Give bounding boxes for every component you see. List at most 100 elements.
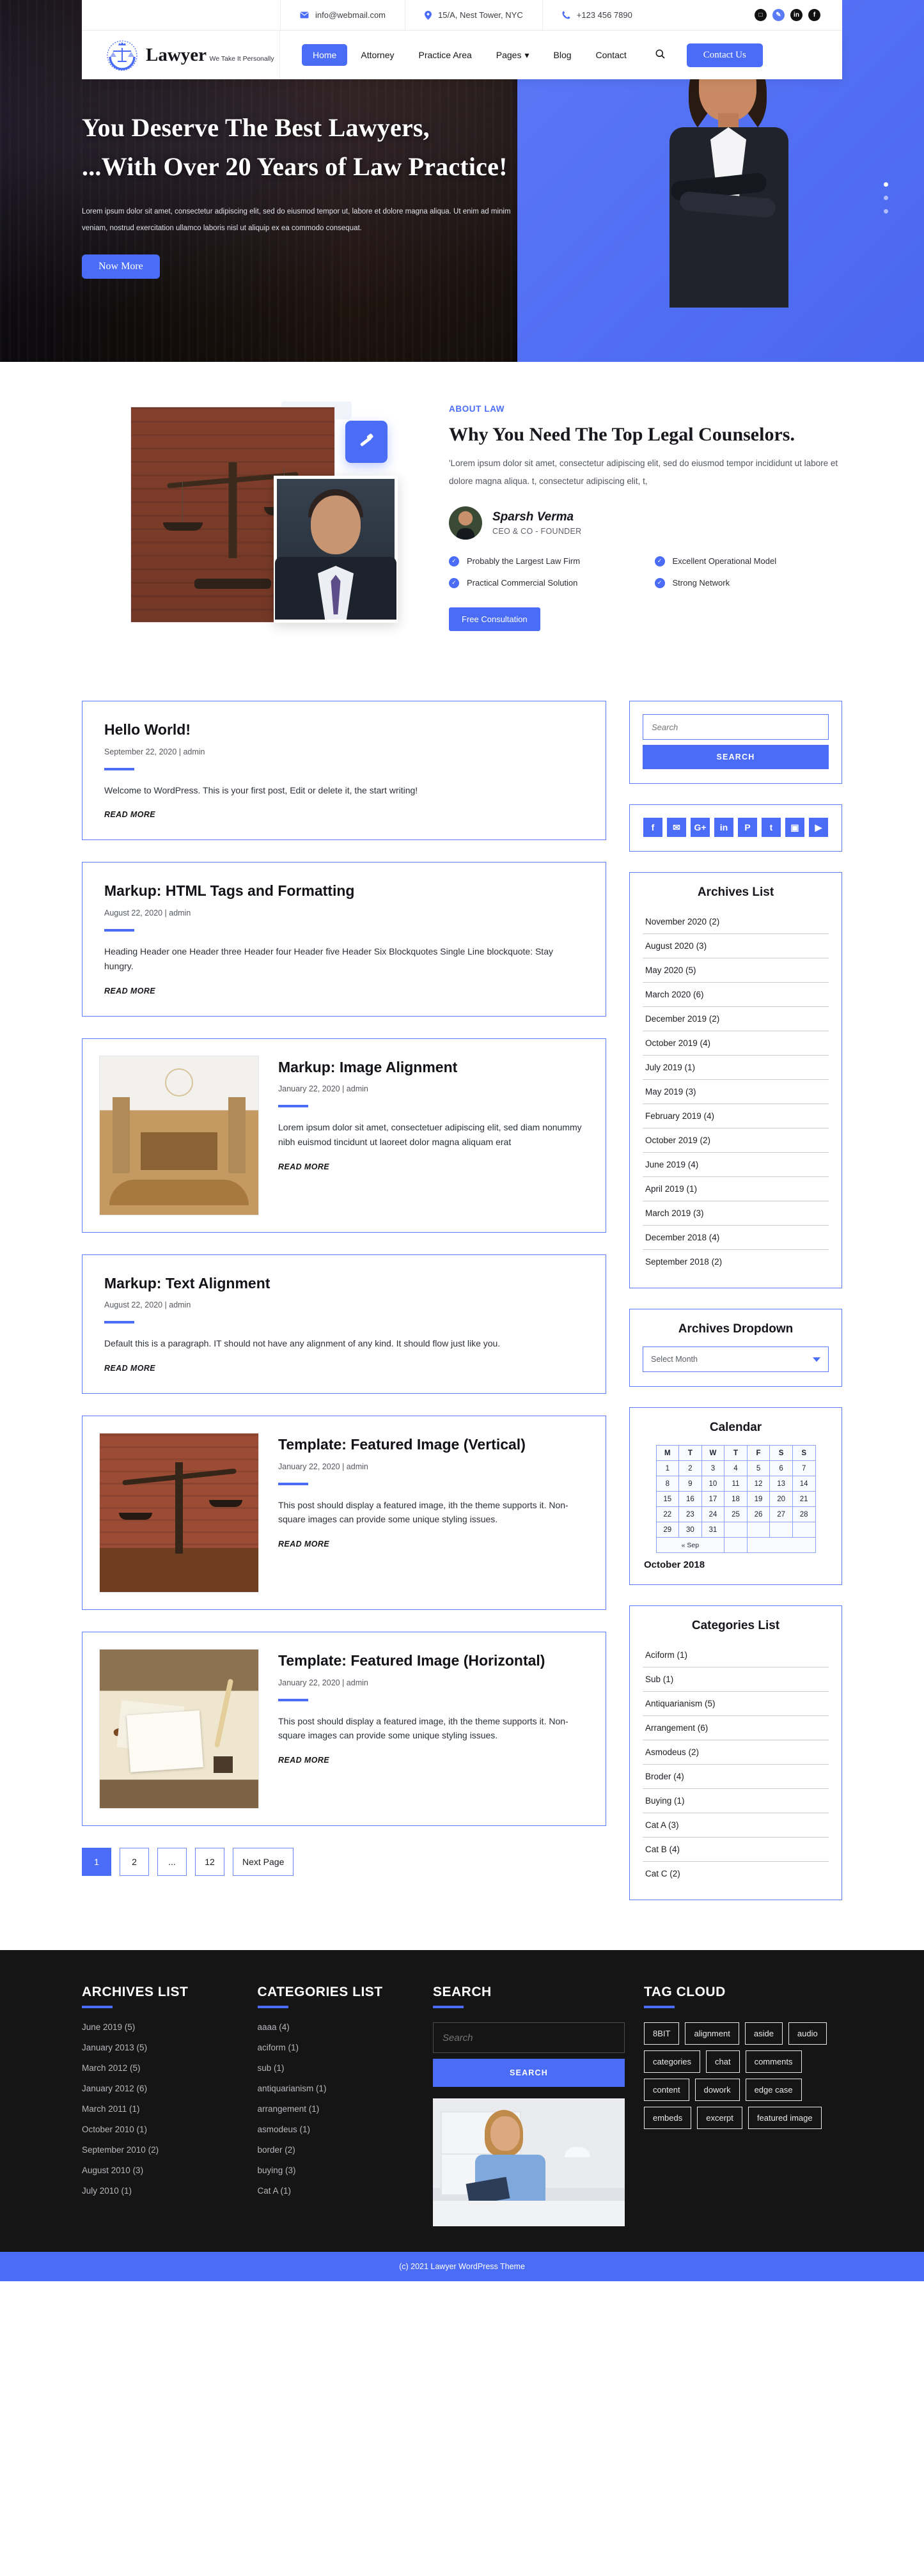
- footer-category-item[interactable]: buying (3): [258, 2166, 414, 2175]
- post-card[interactable]: Hello World! September 22, 2020 | admin …: [82, 701, 606, 841]
- calendar-day[interactable]: 11: [724, 1476, 748, 1492]
- calendar-day[interactable]: 30: [678, 1522, 702, 1538]
- calendar-day[interactable]: 13: [769, 1476, 793, 1492]
- calendar-day[interactable]: 9: [678, 1476, 702, 1492]
- search-button[interactable]: SEARCH: [643, 745, 829, 769]
- hero-cta-button[interactable]: Now More: [82, 254, 160, 279]
- archive-item[interactable]: April 2019 (1): [643, 1177, 829, 1201]
- category-item[interactable]: Arrangement (6): [643, 1716, 829, 1740]
- linkedin-icon[interactable]: in: [790, 9, 803, 21]
- calendar-day[interactable]: 19: [746, 1491, 771, 1507]
- calendar-day[interactable]: 23: [678, 1506, 702, 1522]
- calendar-day[interactable]: 28: [792, 1506, 816, 1522]
- read-more-link[interactable]: READ MORE: [104, 987, 155, 995]
- pagination-ellipsis[interactable]: ...: [157, 1847, 187, 1876]
- calendar-day[interactable]: 15: [655, 1491, 680, 1507]
- calendar-day[interactable]: 2: [678, 1460, 702, 1476]
- footer-category-item[interactable]: Cat A (1): [258, 2186, 414, 2196]
- archive-item[interactable]: September 2018 (2): [643, 1250, 829, 1274]
- calendar-day[interactable]: 14: [792, 1476, 816, 1492]
- footer-search-input[interactable]: [433, 2022, 625, 2053]
- calendar-day[interactable]: 7: [792, 1460, 816, 1476]
- free-consultation-button[interactable]: Free Consultation: [449, 607, 540, 631]
- category-item[interactable]: Buying (1): [643, 1789, 829, 1813]
- calendar-day[interactable]: 21: [792, 1491, 816, 1507]
- post-card[interactable]: Markup: HTML Tags and Formatting August …: [82, 862, 606, 1017]
- twitter-icon[interactable]: ✉: [667, 818, 686, 837]
- footer-category-item[interactable]: border (2): [258, 2145, 414, 2155]
- footer-archive-item[interactable]: March 2011 (1): [82, 2104, 239, 2114]
- linkedin-icon[interactable]: in: [714, 818, 733, 837]
- footer-category-item[interactable]: aciform (1): [258, 2043, 414, 2052]
- archive-item[interactable]: December 2019 (2): [643, 1007, 829, 1031]
- calendar-day[interactable]: 27: [769, 1506, 793, 1522]
- slider-dot-1[interactable]: [884, 182, 888, 187]
- read-more-link[interactable]: READ MORE: [278, 1756, 329, 1765]
- footer-archive-item[interactable]: March 2012 (5): [82, 2063, 239, 2073]
- nav-item-pages[interactable]: Pages ▾: [485, 44, 540, 66]
- calendar-day[interactable]: 6: [769, 1460, 793, 1476]
- calendar-day[interactable]: 8: [655, 1476, 680, 1492]
- footer-archive-item[interactable]: January 2013 (5): [82, 2043, 239, 2052]
- nav-item-contact[interactable]: Contact: [585, 44, 638, 66]
- post-card[interactable]: Template: Featured Image (Vertical) Janu…: [82, 1415, 606, 1610]
- footer-archive-item[interactable]: August 2010 (3): [82, 2166, 239, 2175]
- category-item[interactable]: Antiquarianism (5): [643, 1692, 829, 1716]
- footer-category-item[interactable]: sub (1): [258, 2063, 414, 2073]
- calendar-day[interactable]: 17: [701, 1491, 725, 1507]
- tag-item[interactable]: audio: [788, 2022, 827, 2045]
- category-item[interactable]: Broder (4): [643, 1765, 829, 1789]
- tag-item[interactable]: edge case: [745, 2079, 802, 2101]
- tag-item[interactable]: alignment: [685, 2022, 739, 2045]
- calendar-day[interactable]: 20: [769, 1491, 793, 1507]
- footer-category-item[interactable]: aaaa (4): [258, 2022, 414, 2032]
- calendar-day[interactable]: 29: [655, 1522, 680, 1538]
- post-card[interactable]: Markup: Text Alignment August 22, 2020 |…: [82, 1254, 606, 1394]
- calendar-day[interactable]: 4: [724, 1460, 748, 1476]
- calendar-day[interactable]: 22: [655, 1506, 680, 1522]
- calendar-day[interactable]: 3: [701, 1460, 725, 1476]
- archive-item[interactable]: November 2020 (2): [643, 910, 829, 934]
- read-more-link[interactable]: READ MORE: [104, 1364, 155, 1373]
- tag-item[interactable]: excerpt: [697, 2107, 742, 2129]
- calendar-day[interactable]: 24: [701, 1506, 725, 1522]
- archive-item[interactable]: August 2020 (3): [643, 934, 829, 958]
- tag-item[interactable]: dowork: [694, 2079, 740, 2101]
- calendar-day[interactable]: 25: [724, 1506, 748, 1522]
- calendar-day[interactable]: 10: [701, 1476, 725, 1492]
- pagination-next-page[interactable]: Next Page: [233, 1847, 294, 1876]
- calendar-day[interactable]: 18: [724, 1491, 748, 1507]
- footer-archive-item[interactable]: October 2010 (1): [82, 2125, 239, 2134]
- contact-us-button[interactable]: Contact Us: [686, 43, 763, 67]
- archive-item[interactable]: March 2020 (6): [643, 983, 829, 1007]
- nav-item-home[interactable]: Home: [302, 44, 348, 66]
- nav-item-blog[interactable]: Blog: [543, 44, 583, 66]
- footer-archive-item[interactable]: January 2012 (6): [82, 2084, 239, 2093]
- pagination-page-2[interactable]: 2: [120, 1847, 149, 1876]
- search-icon[interactable]: [655, 49, 665, 61]
- slider-dot-2[interactable]: [884, 196, 888, 200]
- twitter-icon[interactable]: ✎: [772, 9, 785, 21]
- facebook-icon[interactable]: f: [808, 9, 820, 21]
- topbar-phone[interactable]: +123 456 7890: [542, 0, 652, 30]
- slider-dot-3[interactable]: [884, 209, 888, 214]
- footer-archive-item[interactable]: July 2010 (1): [82, 2186, 239, 2196]
- nav-item-attorney[interactable]: Attorney: [350, 44, 405, 66]
- tag-item[interactable]: comments: [745, 2050, 802, 2073]
- post-card[interactable]: Template: Featured Image (Horizontal) Ja…: [82, 1631, 606, 1826]
- tumblr-icon[interactable]: t: [762, 818, 781, 837]
- calendar-day[interactable]: 26: [746, 1506, 771, 1522]
- post-card[interactable]: Markup: Image Alignment January 22, 2020…: [82, 1038, 606, 1233]
- nav-item-practice-area[interactable]: Practice Area: [408, 44, 483, 66]
- site-logo[interactable]: Lawyer We Take It Personally: [82, 31, 280, 79]
- category-item[interactable]: Asmodeus (2): [643, 1740, 829, 1765]
- footer-search-button[interactable]: SEARCH: [433, 2059, 625, 2087]
- archive-item[interactable]: October 2019 (4): [643, 1031, 829, 1056]
- category-item[interactable]: Cat B (4): [643, 1838, 829, 1862]
- search-input[interactable]: [643, 714, 829, 740]
- archive-item[interactable]: February 2019 (4): [643, 1104, 829, 1128]
- archive-item[interactable]: May 2019 (3): [643, 1080, 829, 1104]
- archives-dropdown-select[interactable]: Select Month: [643, 1347, 829, 1372]
- calendar-day[interactable]: 16: [678, 1491, 702, 1507]
- tag-item[interactable]: aside: [744, 2022, 783, 2045]
